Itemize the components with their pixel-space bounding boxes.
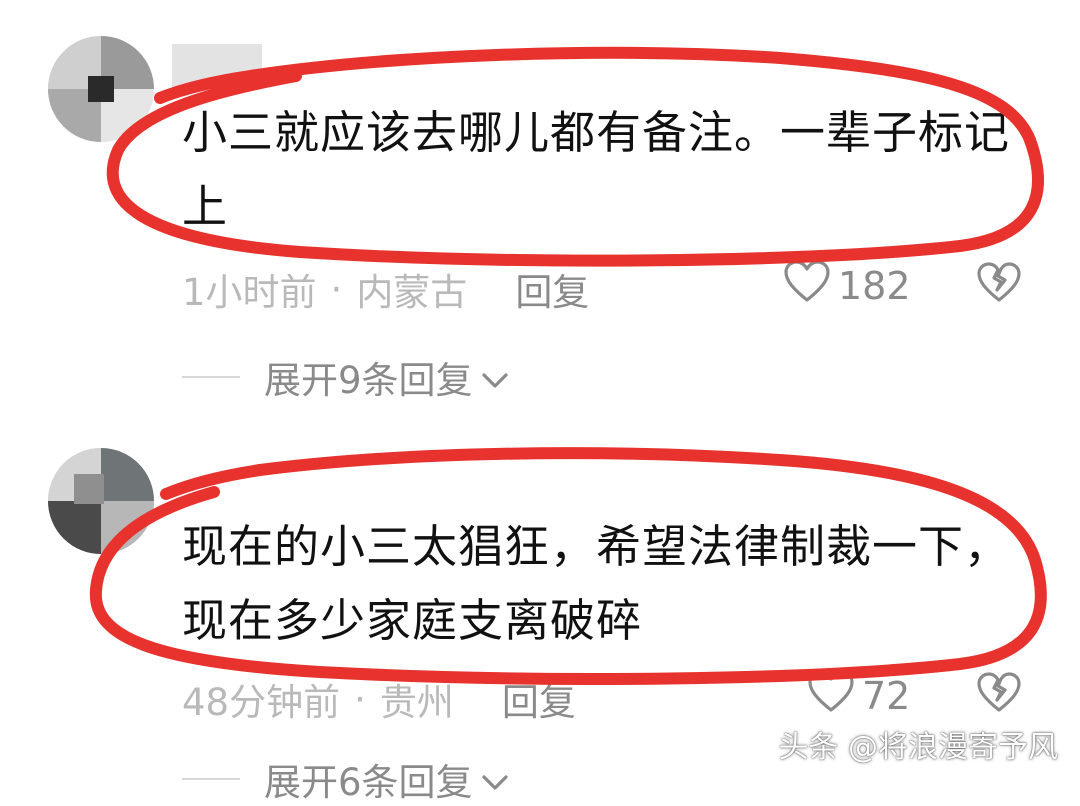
chevron-down-icon: [473, 758, 509, 801]
like-button[interactable]: 72: [806, 668, 910, 723]
comment-text-line: 现在的小三太猖狂，希望法律制裁一下，: [182, 520, 1011, 573]
broken-heart-icon: [975, 672, 1023, 718]
divider-line: [182, 376, 240, 378]
comment-text-line: 上: [182, 180, 229, 233]
dislike-button[interactable]: [975, 670, 1023, 718]
chevron-down-icon: [473, 356, 509, 399]
like-count: 72: [862, 673, 911, 718]
reply-button[interactable]: 回复: [502, 672, 576, 726]
expand-replies-button[interactable]: 展开6条回复: [182, 752, 509, 806]
comment-text: 现在的小三太猖狂，希望法律制裁一下， 现在多少家庭支离破碎: [182, 510, 1010, 658]
comment-text-line: 小三就应该去哪儿都有备注。一辈子标记: [182, 106, 1011, 159]
meta-separator: ·: [354, 677, 366, 721]
dislike-button[interactable]: [975, 260, 1023, 308]
comment-text: 小三就应该去哪儿都有备注。一辈子标记 上: [182, 96, 1010, 244]
avatar[interactable]: [48, 36, 154, 142]
comment-meta: 48分钟前 · 贵州 回复: [182, 672, 576, 726]
username-blurred: [172, 44, 262, 88]
expand-replies-label: 展开6条回复: [264, 761, 473, 804]
comment-text-line: 现在多少家庭支离破碎: [182, 594, 643, 647]
heart-outline-icon: [806, 668, 856, 723]
broken-heart-icon: [975, 262, 1023, 308]
meta-separator: ·: [330, 267, 343, 311]
watermark: 头条 @将浪漫寄予风: [778, 730, 1058, 765]
like-button[interactable]: 182: [782, 258, 911, 313]
divider-line: [182, 778, 240, 780]
reply-button[interactable]: 回复: [515, 262, 589, 316]
avatar[interactable]: [48, 448, 154, 554]
comment-location: 内蒙古: [356, 271, 468, 314]
expand-replies-button[interactable]: 展开9条回复: [182, 350, 509, 404]
comment-location: 贵州: [379, 681, 454, 724]
comment-meta: 1小时前 · 内蒙古 回复: [182, 262, 589, 316]
like-count: 182: [838, 263, 911, 308]
comment-time: 1小时前: [182, 271, 317, 314]
heart-outline-icon: [782, 258, 832, 313]
comment-time: 48分钟前: [182, 681, 341, 724]
expand-replies-label: 展开9条回复: [264, 359, 473, 402]
